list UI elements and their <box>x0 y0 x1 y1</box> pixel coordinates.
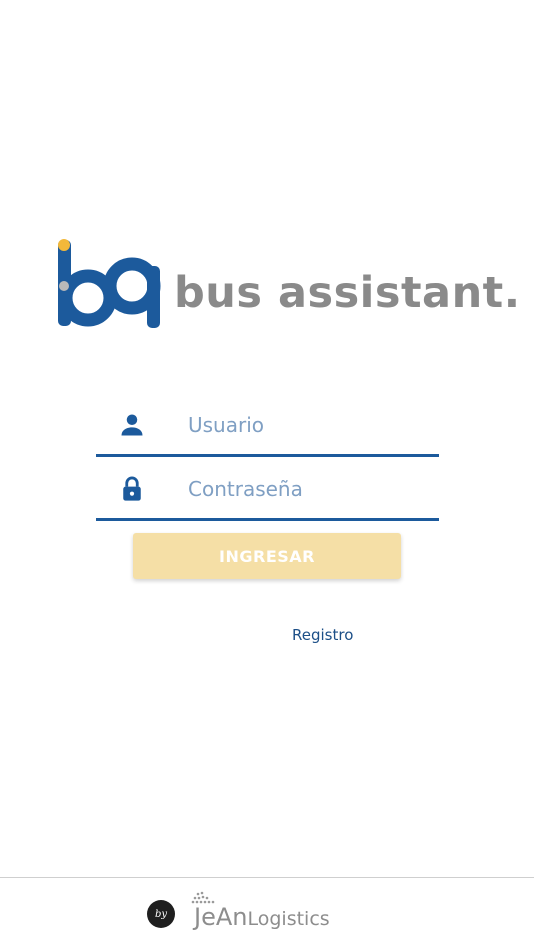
password-input[interactable] <box>188 473 428 505</box>
username-input[interactable] <box>188 409 428 441</box>
company-name-part2: Logistics <box>247 908 330 930</box>
login-button[interactable]: INGRESAR <box>133 533 401 579</box>
password-field[interactable] <box>96 463 439 521</box>
bq-logo-icon <box>58 239 161 328</box>
username-field[interactable] <box>96 399 439 457</box>
app-logo: bus assistant. <box>56 236 520 332</box>
register-link[interactable]: Registro <box>292 626 353 644</box>
company-name: JeAnLogistics <box>194 903 330 931</box>
company-name-part1: JeAn <box>194 903 248 931</box>
user-icon <box>121 414 143 436</box>
by-badge: by <box>147 900 175 928</box>
footer: by JeAnLogistics <box>0 877 534 950</box>
lock-icon <box>123 476 141 501</box>
brand-name: bus assistant. <box>174 268 521 318</box>
